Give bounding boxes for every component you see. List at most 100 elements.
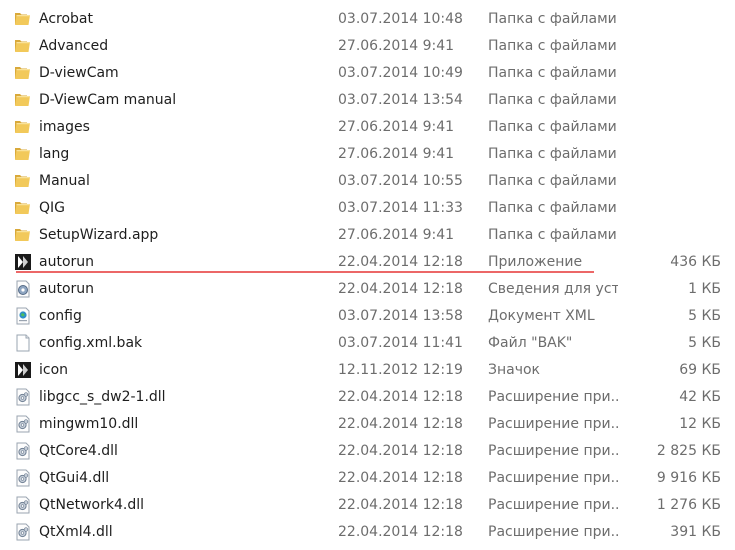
annotation-underline [16,271,594,273]
file-date-modified: 03.07.2014 11:41 [338,335,463,351]
file-row[interactable]: QtCore4.dll 22.04.2014 12:18 Расширение пр… [0,437,735,464]
file-name: Advanced [39,38,109,54]
file-size: 5 КБ [688,308,721,324]
dll-icon [14,523,32,541]
file-type: Папка с файлами [488,173,617,189]
file-row[interactable]: libgcc_s_dw2-1.dll 22.04.2014 12:18 Расшир… [0,383,735,410]
file-date-modified: 22.04.2014 12:18 [338,443,463,459]
file-date-modified: 22.04.2014 12:18 [338,416,463,432]
file-name: QtNetwork4.dll [39,497,144,513]
file-size: 2 825 КБ [656,443,721,459]
file-row[interactable]: Acrobat 03.07.2014 10:48 Папка с файлами [0,5,735,32]
file-name: mingwm10.dll [39,416,139,432]
folder-icon [14,226,32,244]
file-date-modified: 22.04.2014 12:18 [338,254,463,270]
file-size: 9 916 КБ [656,470,721,486]
file-type: Расширение при... [488,443,618,459]
file-date-modified: 03.07.2014 13:58 [338,308,463,324]
file-type: Приложение [488,254,583,270]
file-size: 42 КБ [679,389,721,405]
file-row[interactable]: config 03.07.2014 13:58 Документ XML 5 КБ [0,302,735,329]
file-row[interactable]: QtXml4.dll 22.04.2014 12:18 Расширение при… [0,518,735,545]
file-row[interactable]: QIG 03.07.2014 11:33 Папка с файлами [0,194,735,221]
file-size: 436 КБ [670,254,721,270]
file-row[interactable]: Advanced 27.06.2014 9:41 Папка с файлами [0,32,735,59]
file-name: QtGui4.dll [39,470,110,486]
file-size: 12 КБ [679,416,721,432]
file-type: Расширение при... [488,470,618,486]
folder-icon [14,10,32,28]
dlink-app-icon [14,361,32,379]
folder-icon [14,145,32,163]
file-type: Документ XML [488,308,595,324]
file-name: images [39,119,90,135]
folder-icon [14,199,32,217]
setup-info-icon [14,280,32,298]
file-type: Папка с файлами [488,146,617,162]
folder-icon [14,91,32,109]
file-type: Папка с файлами [488,200,617,216]
file-date-modified: 22.04.2014 12:18 [338,389,463,405]
dll-icon [14,388,32,406]
file-name: QIG [39,200,65,216]
file-name: config.xml.bak [39,335,143,351]
file-name: D-ViewCam manual [39,92,177,108]
file-type: Расширение при... [488,524,618,540]
file-row[interactable]: D-ViewCam manual 03.07.2014 13:54 Папка с … [0,86,735,113]
file-date-modified: 27.06.2014 9:41 [338,38,455,54]
file-name: QtXml4.dll [39,524,113,540]
file-name: config [39,308,82,324]
file-name: Acrobat [39,11,93,27]
file-name: icon [39,362,69,378]
file-type: Папка с файлами [488,65,617,81]
file-date-modified: 22.04.2014 12:18 [338,470,463,486]
file-date-modified: 27.06.2014 9:41 [338,227,455,243]
file-date-modified: 22.04.2014 12:18 [338,497,463,513]
file-name: autorun [39,281,95,297]
file-name: lang [39,146,70,162]
file-type: Файл "BAK" [488,335,573,351]
blank-file-icon [14,334,32,352]
file-type: Папка с файлами [488,38,617,54]
dll-icon [14,415,32,433]
file-row[interactable]: autorun 22.04.2014 12:18 Сведения для уст.… [0,275,735,302]
file-date-modified: 27.06.2014 9:41 [338,119,455,135]
file-date-modified: 03.07.2014 10:48 [338,11,463,27]
file-name: libgcc_s_dw2-1.dll [39,389,166,405]
file-type: Расширение при... [488,416,618,432]
file-name: D-viewCam [39,65,119,81]
file-row[interactable]: SetupWizard.app 27.06.2014 9:41 Папка с фа… [0,221,735,248]
file-name: SetupWizard.app [39,227,159,243]
file-row[interactable]: images 27.06.2014 9:41 Папка с файлами [0,113,735,140]
file-name: autorun [39,254,95,270]
file-type: Папка с файлами [488,11,617,27]
file-type: Сведения для уст... [488,281,618,297]
file-row[interactable]: QtGui4.dll 22.04.2014 12:18 Расширение при… [0,464,735,491]
file-row[interactable]: mingwm10.dll 22.04.2014 12:18 Расширение п… [0,410,735,437]
dll-icon [14,496,32,514]
file-type: Расширение при... [488,389,618,405]
file-row[interactable]: D-viewCam 03.07.2014 10:49 Папка с файлами [0,59,735,86]
file-row[interactable]: icon 12.11.2012 12:19 Значок 69 КБ [0,356,735,383]
dlink-app-icon [14,253,32,271]
file-type: Папка с файлами [488,119,617,135]
folder-icon [14,118,32,136]
xml-document-icon [14,307,32,325]
file-name: Manual [39,173,90,189]
file-date-modified: 27.06.2014 9:41 [338,146,455,162]
file-date-modified: 22.04.2014 12:18 [338,524,463,540]
file-size: 1 КБ [688,281,721,297]
file-row[interactable]: Manual 03.07.2014 10:55 Папка с файлами [0,167,735,194]
dll-icon [14,442,32,460]
file-row[interactable]: QtNetwork4.dll 22.04.2014 12:18 Расширение… [0,491,735,518]
folder-icon [14,37,32,55]
file-date-modified: 12.11.2012 12:19 [338,362,463,378]
file-date-modified: 03.07.2014 10:49 [338,65,463,81]
file-row[interactable]: config.xml.bak 03.07.2014 11:41 Файл "BAK"… [0,329,735,356]
file-date-modified: 03.07.2014 10:55 [338,173,463,189]
file-type: Папка с файлами [488,227,617,243]
file-date-modified: 22.04.2014 12:18 [338,281,463,297]
file-row[interactable]: lang 27.06.2014 9:41 Папка с файлами [0,140,735,167]
file-date-modified: 03.07.2014 11:33 [338,200,463,216]
folder-icon [14,172,32,190]
